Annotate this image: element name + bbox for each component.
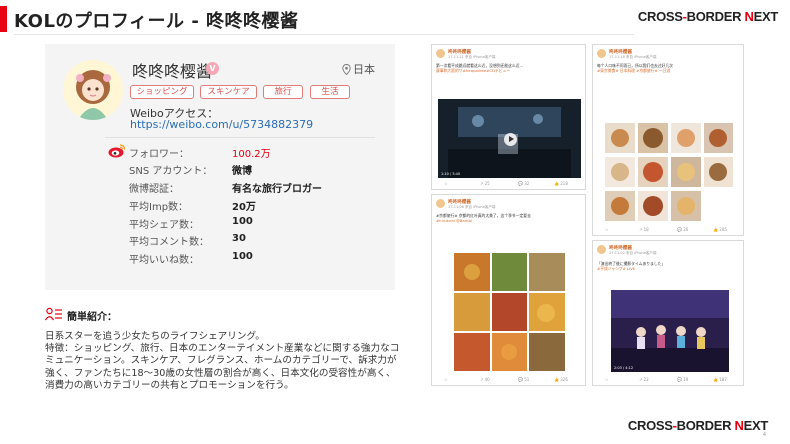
repost-count[interactable]: ↗ 25 — [480, 181, 490, 186]
weibo-post-2[interactable]: 咚咚咚樱酱 17-11-18 来自 iPhone客户端 每个人口味不同而已，所以… — [592, 44, 744, 236]
profile-card: 咚咚咚樱酱 V 日本 ショッピング スキンケア 旅行 生活 Weiboアクセス：… — [45, 44, 395, 290]
intro-body: 日系スターを追う少女たちのライフシェアリング。 特徴：ショッピング、旅行、日本の… — [45, 331, 405, 392]
stat-label: フォロワー： — [129, 149, 189, 160]
repost-count[interactable]: ↗ 40 — [480, 377, 490, 382]
comment-count[interactable]: 💬 32 — [518, 181, 529, 186]
weibo-post-1[interactable]: 咚咚咚樱酱 17-11-21 来自 iPhone客户端 第一次看平成跳远就看这么… — [431, 44, 586, 190]
like-count[interactable]: 👍 218 — [554, 181, 568, 186]
post-meta: 17-11-18 来自 iPhone客户端 — [609, 55, 657, 59]
stat-value: 100 — [232, 251, 253, 262]
play-icon[interactable] — [503, 132, 517, 146]
post-text: 「演出終了後に撮影タイムありました」 #平成ジャンプ# LIVE — [597, 261, 741, 272]
stat-value: 100 — [232, 216, 253, 227]
like-count[interactable]: 👍 187 — [713, 377, 727, 382]
card-divider — [105, 137, 375, 138]
tag-life[interactable]: 生活 — [310, 85, 350, 99]
tag-skincare[interactable]: スキンケア — [200, 85, 257, 99]
like-count[interactable]: 👍 205 — [713, 227, 727, 232]
post-actions: ☆ ↗ 22 💬 19 👍 187 — [593, 377, 743, 383]
stat-value: 30 — [232, 233, 246, 244]
repost-count[interactable]: ↗ 18 — [639, 227, 649, 232]
post-actions: ☆ ↗ 18 💬 26 👍 205 — [593, 227, 743, 233]
stat-label: 平均コメント数： — [129, 237, 209, 248]
page-title-bar: KOLのプロフィール - 咚咚咚樱酱 — [0, 6, 640, 35]
tag-shopping[interactable]: ショッピング — [130, 85, 194, 99]
favorite-icon[interactable]: ☆ — [444, 377, 448, 382]
tag-travel[interactable]: 旅行 — [263, 85, 303, 99]
page-number: 4 — [762, 432, 766, 438]
intro-line-1: 日系スターを追う少女たちのライフシェアリング。 — [45, 331, 265, 342]
live-performance-image — [611, 290, 729, 372]
stat-value: 20万 — [232, 202, 256, 213]
title-underline — [14, 34, 634, 35]
repost-count[interactable]: ↗ 22 — [639, 377, 649, 382]
verified-badge-icon: V — [206, 62, 219, 75]
post-meta: 17-11-21 来自 iPhone客户端 — [448, 55, 496, 59]
favorite-icon[interactable]: ☆ — [444, 181, 448, 186]
stat-row-followers: フォロワー： 100.2万 — [45, 145, 395, 162]
post-avatar — [597, 49, 606, 58]
stat-value: 微博 — [232, 166, 252, 177]
post-actions: ☆ ↗ 25 💬 32 👍 218 — [432, 181, 585, 187]
video-time: 1:10 / 3:40 — [441, 172, 461, 176]
stat-label: 微博認証： — [129, 184, 179, 195]
stat-value: 有名な旅行ブロガー — [232, 184, 322, 195]
post-text: #京都旅行# 京都的红叶真的太美了，这个季节一定要去 #hirukirai @B… — [436, 213, 583, 224]
post-text: 每个人口味不同而已，所以我们也去过好几次 #東京美食# 日本料理 #京都旅行# … — [597, 63, 741, 74]
location-pin-icon — [342, 64, 351, 76]
comment-count[interactable]: 💬 19 — [677, 377, 688, 382]
title-accent — [0, 6, 7, 32]
stat-label: 平均いいね数： — [129, 255, 199, 266]
post-video[interactable]: 2:03 / 4:12 — [611, 290, 729, 372]
stat-row-sns-account: SNS アカウント： 微博 — [45, 162, 395, 179]
intro-title: 簡単紹介： — [67, 312, 117, 323]
comment-count[interactable]: 💬 51 — [518, 377, 529, 382]
stat-row-avg-comments: 平均コメント数： 30 — [45, 233, 395, 250]
stat-label: 平均シェア数： — [129, 220, 199, 231]
post-text: 第一次看平成跳远就看这么近，没想到还能这么近… 赛事和大阪的ワ#hirapark… — [436, 63, 583, 74]
weibo-post-4[interactable]: 咚咚咚樱酱 17-11-02 来自 iPhone客户端 「演出終了後に撮影タイム… — [592, 240, 744, 386]
video-time: 2:03 / 4:12 — [614, 366, 634, 370]
post-meta: 17-11-08 来自 iPhone客户端 — [448, 205, 496, 209]
post-avatar — [436, 199, 445, 208]
post-actions: ☆ ↗ 40 💬 51 👍 326 — [432, 377, 585, 383]
comment-count[interactable]: 💬 26 — [677, 227, 688, 232]
post-text-line: 赛事和大阪的ワ#hiraparkee#CDデビュー — [436, 68, 511, 74]
kol-name: 咚咚咚樱酱 — [132, 62, 213, 81]
intro-line-2: 特徴：ショッピング、旅行、日本のエンターテイメント産業などに関する強力なコミュニ… — [45, 343, 400, 391]
kol-avatar — [63, 60, 123, 120]
autumn-leaves-grid — [454, 253, 565, 371]
favorite-icon[interactable]: ☆ — [605, 377, 609, 382]
brand-logo-top: CROSS-BORDER NEXT — [637, 9, 778, 24]
post-avatar — [597, 245, 606, 254]
stat-row-verification: 微博認証： 有名な旅行ブロガー — [45, 180, 395, 197]
tag-list: ショッピング スキンケア 旅行 生活 — [130, 85, 370, 101]
post-text-line: #平成ジャンプ# LIVE — [597, 266, 636, 272]
profile-list-icon — [45, 307, 62, 321]
post-video[interactable]: 1:10 / 3:40 — [438, 99, 581, 178]
post-avatar — [436, 49, 445, 58]
weibo-profile-link[interactable]: https://weibo.com/u/5734882379 — [130, 118, 313, 131]
food-photo-grid — [605, 123, 733, 221]
favorite-icon[interactable]: ☆ — [605, 227, 609, 232]
stat-row-avg-imp: 平均Imp数： 20万 — [45, 198, 395, 215]
like-count[interactable]: 👍 326 — [554, 377, 568, 382]
brand-logo-bottom: CROSS-BORDER NEXT — [627, 418, 768, 433]
stat-label: SNS アカウント： — [129, 166, 213, 177]
location-text: 日本 — [353, 63, 375, 76]
stat-value: 100.2万 — [232, 149, 271, 160]
post-text-line: #hirukirai @Bambi — [436, 218, 472, 224]
weibo-post-3[interactable]: 咚咚咚樱酱 17-11-08 来自 iPhone客户端 #京都旅行# 京都的红叶… — [431, 194, 586, 386]
stat-row-avg-shares: 平均シェア数： 100 — [45, 216, 395, 233]
stat-label: 平均Imp数： — [129, 202, 189, 213]
post-text-line: #東京美食# 日本料理 #京都旅行# 一日游 — [597, 68, 671, 74]
page-title: KOLのプロフィール - 咚咚咚樱酱 — [14, 11, 299, 32]
stat-row-avg-likes: 平均いいね数： 100 — [45, 251, 395, 268]
post-meta: 17-11-02 来自 iPhone客户端 — [609, 251, 657, 255]
location: 日本 — [342, 61, 375, 77]
